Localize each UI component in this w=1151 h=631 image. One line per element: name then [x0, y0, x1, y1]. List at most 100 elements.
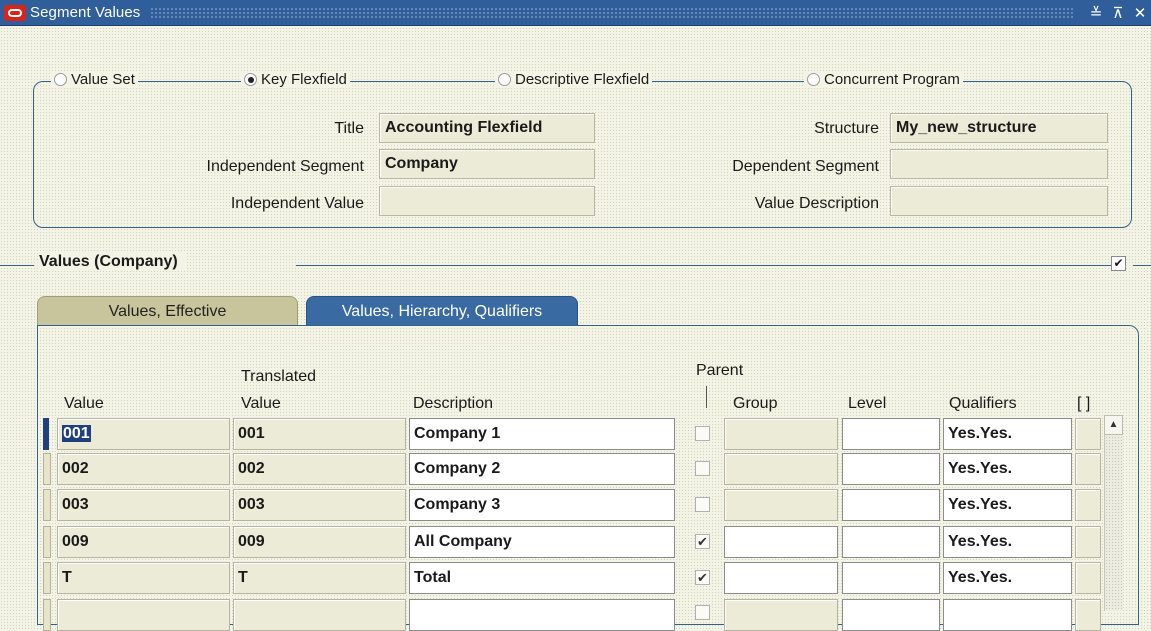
dff-cell[interactable]: [1075, 489, 1101, 521]
radio-icon: [498, 73, 511, 86]
structure-field[interactable]: My_new_structure: [890, 113, 1108, 143]
row-indicator[interactable]: [43, 526, 51, 558]
translated-value-cell[interactable]: T: [233, 562, 406, 594]
translated-value-cell[interactable]: 001: [233, 418, 406, 450]
value-cell[interactable]: 003: [57, 489, 230, 521]
value-cell[interactable]: 002: [57, 453, 230, 485]
row-indicator[interactable]: [43, 453, 51, 485]
dff-cell[interactable]: [1075, 599, 1101, 631]
value-cell[interactable]: 009: [57, 526, 230, 558]
group-cell[interactable]: [724, 562, 838, 594]
level-cell[interactable]: [842, 599, 940, 631]
tab-values-effective[interactable]: Values, Effective: [37, 296, 298, 326]
row-indicator[interactable]: [43, 562, 51, 594]
qualifiers-cell[interactable]: Yes.Yes.: [943, 418, 1072, 450]
oracle-logo-icon: [4, 4, 26, 21]
row-indicator[interactable]: [43, 599, 51, 631]
description-cell[interactable]: Company 3: [409, 489, 675, 521]
value-cell[interactable]: [57, 599, 230, 631]
independent-segment-field[interactable]: Company: [379, 149, 595, 179]
independent-value-field[interactable]: [379, 186, 595, 216]
level-cell[interactable]: [842, 418, 940, 450]
translated-value-cell[interactable]: 009: [233, 526, 406, 558]
column-header-translated-value: Value: [241, 395, 281, 412]
title-label: Title: [334, 120, 364, 137]
radio-label: Value Set: [71, 71, 135, 88]
dff-cell[interactable]: [1075, 418, 1101, 450]
vertical-scrollbar[interactable]: [1104, 415, 1123, 611]
title-field[interactable]: Accounting Flexfield: [379, 113, 595, 143]
radio-label: Key Flexfield: [261, 71, 347, 88]
qualifiers-cell[interactable]: Yes.Yes.: [943, 526, 1072, 558]
level-cell[interactable]: [842, 489, 940, 521]
close-icon[interactable]: ✕: [1129, 4, 1151, 22]
section-divider: [296, 265, 1111, 266]
group-cell[interactable]: [724, 599, 838, 631]
column-header-level: Level: [848, 395, 887, 412]
independent-value-label: Independent Value: [230, 195, 364, 212]
dependent-segment-label: Dependent Segment: [732, 158, 879, 175]
section-checkbox[interactable]: ✔: [1111, 256, 1126, 271]
dff-cell[interactable]: [1075, 562, 1101, 594]
group-cell[interactable]: [724, 489, 838, 521]
dependent-segment-field[interactable]: [890, 149, 1108, 179]
level-cell[interactable]: [842, 562, 940, 594]
structure-label: Structure: [814, 120, 879, 137]
maximize-icon[interactable]: ⊼: [1107, 4, 1129, 22]
radio-descriptive-flexfield[interactable]: Descriptive Flexfield: [495, 71, 653, 88]
parent-checkbox-checked[interactable]: ✔: [695, 570, 710, 585]
minimize-icon[interactable]: ≚: [1085, 4, 1107, 22]
dff-cell[interactable]: [1075, 526, 1101, 558]
qualifiers-cell[interactable]: Yes.Yes.: [943, 489, 1072, 521]
translated-value-cell[interactable]: [233, 599, 406, 631]
level-cell[interactable]: [842, 453, 940, 485]
parent-header-divider: [706, 386, 707, 408]
section-divider: [0, 265, 34, 266]
radio-label: Concurrent Program: [824, 71, 960, 88]
translated-value-cell[interactable]: 003: [233, 489, 406, 521]
column-header-dff: [ ]: [1077, 395, 1091, 412]
description-cell[interactable]: [409, 599, 675, 631]
group-cell[interactable]: [724, 453, 838, 485]
translated-value-cell[interactable]: 002: [233, 453, 406, 485]
parent-checkbox[interactable]: [695, 426, 710, 441]
description-cell[interactable]: Company 2: [409, 453, 675, 485]
column-header-description: Description: [413, 395, 494, 412]
radio-icon: [807, 73, 820, 86]
title-bar-pattern: [150, 6, 1073, 19]
window-title: Segment Values: [30, 4, 141, 21]
value-cell[interactable]: 001: [57, 418, 230, 450]
group-cell[interactable]: [724, 418, 838, 450]
parent-checkbox[interactable]: [695, 497, 710, 512]
level-cell[interactable]: [842, 526, 940, 558]
value-description-label: Value Description: [754, 195, 879, 212]
dff-cell[interactable]: [1075, 453, 1101, 485]
column-header-parent: Parent: [696, 362, 744, 379]
radio-label: Descriptive Flexfield: [515, 71, 650, 88]
description-cell[interactable]: All Company: [409, 526, 675, 558]
qualifiers-cell[interactable]: [943, 599, 1072, 631]
parent-checkbox[interactable]: [695, 461, 710, 476]
value-description-field[interactable]: [890, 186, 1108, 216]
parent-checkbox[interactable]: [695, 605, 710, 620]
description-cell[interactable]: Company 1: [409, 418, 675, 450]
qualifiers-cell[interactable]: Yes.Yes.: [943, 562, 1072, 594]
row-indicator[interactable]: [43, 489, 51, 521]
window-title-bar: Segment Values ≚ ⊼ ✕: [0, 0, 1151, 26]
selected-text: 001: [62, 425, 91, 442]
column-header-value: Value: [64, 395, 104, 412]
scroll-up-icon[interactable]: ▲: [1104, 415, 1123, 435]
radio-key-flexfield[interactable]: Key Flexfield: [241, 71, 350, 88]
radio-value-set[interactable]: Value Set: [51, 71, 138, 88]
tab-values-hierarchy-qualifiers[interactable]: Values, Hierarchy, Qualifiers: [306, 296, 578, 326]
column-header-translated: Translated: [241, 368, 316, 385]
group-cell[interactable]: [724, 526, 838, 558]
radio-selected-icon: [244, 73, 257, 86]
value-cell[interactable]: T: [57, 562, 230, 594]
description-cell[interactable]: Total: [409, 562, 675, 594]
radio-concurrent-program[interactable]: Concurrent Program: [804, 71, 963, 88]
row-indicator-current[interactable]: [43, 418, 49, 450]
parent-checkbox-checked[interactable]: ✔: [695, 534, 710, 549]
section-title: Values (Company): [39, 253, 186, 271]
qualifiers-cell[interactable]: Yes.Yes.: [943, 453, 1072, 485]
